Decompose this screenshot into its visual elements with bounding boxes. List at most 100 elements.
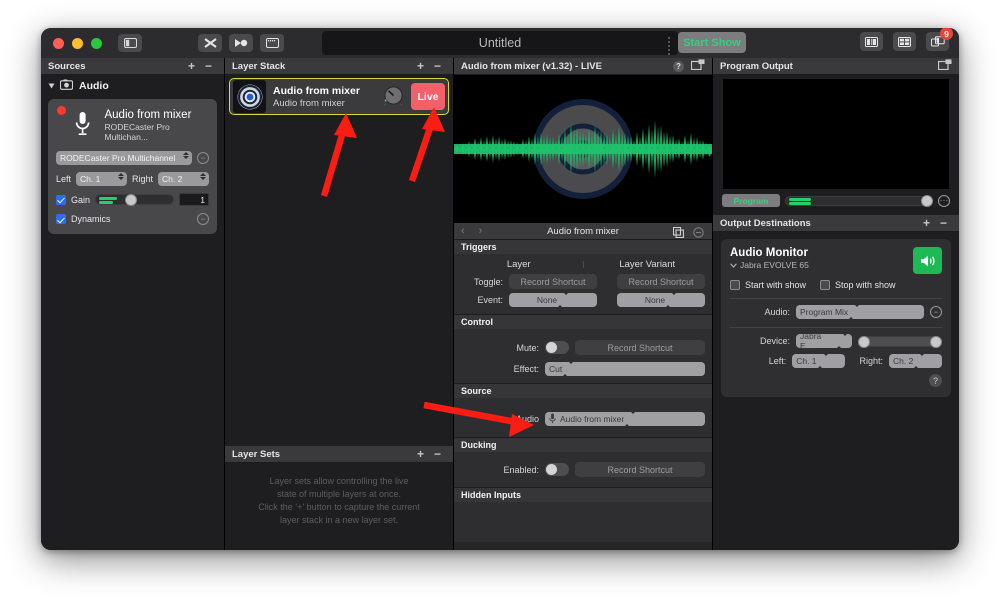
device-select[interactable]: RODECaster Pro Multichannel — [56, 151, 192, 165]
ducking-record-shortcut[interactable]: Record Shortcut — [575, 462, 705, 477]
detach-panel-icon[interactable] — [690, 59, 705, 73]
document-title-field[interactable]: Untitled — [322, 31, 678, 55]
stop-with-show-option[interactable]: Stop with show — [820, 280, 896, 290]
layer-stack-title: Layer Stack — [232, 60, 286, 72]
layout-grid-icon[interactable] — [893, 32, 916, 51]
transition-icon[interactable] — [198, 34, 222, 52]
audio-monitor-device-row[interactable]: Jabra EVOLVE 65 — [730, 260, 942, 270]
device-options-button[interactable]: − — [197, 152, 209, 164]
close-button[interactable] — [53, 37, 64, 49]
add-source-button[interactable]: + — [183, 60, 200, 72]
start-with-show-checkbox[interactable] — [730, 280, 740, 290]
left-channel-select[interactable]: Ch. 1 — [76, 172, 127, 186]
monitor-audio-options-button[interactable]: − — [930, 306, 942, 318]
layer-item-title: Audio from mixer — [273, 84, 360, 97]
source-audio-value: Audio from mixer — [560, 414, 625, 424]
monitor-audio-label: Audio: — [764, 307, 790, 317]
start-with-show-option[interactable]: Start with show — [730, 280, 806, 290]
start-show-button[interactable]: Start Show — [678, 32, 746, 53]
divider — [730, 298, 942, 299]
toolbar-right-group[interactable]: 9 — [860, 28, 953, 51]
disclosure-triangle-icon[interactable] — [48, 83, 55, 89]
remove-destination-button[interactable]: − — [935, 217, 952, 229]
monitor-right-select[interactable]: Ch. 2 — [889, 353, 942, 369]
source-group-audio[interactable]: Audio — [41, 75, 224, 97]
minimize-button[interactable] — [72, 37, 83, 49]
remove-layer-button[interactable]: − — [429, 60, 446, 72]
audio-monitor-device-name: Jabra EVOLVE 65 — [740, 260, 809, 270]
event-layer-select[interactable]: None — [509, 292, 597, 308]
event-variant-select[interactable]: None — [617, 292, 705, 308]
live-button[interactable]: Live — [411, 83, 445, 110]
mute-toggle[interactable] — [545, 341, 569, 354]
monitor-volume-thumb-right[interactable] — [930, 335, 942, 348]
remove-icon[interactable] — [693, 225, 704, 243]
monitor-device-select[interactable]: Jabra E... — [796, 331, 852, 351]
monitor-volume-slider[interactable] — [858, 335, 942, 348]
detach-panel-icon[interactable] — [937, 59, 952, 73]
gain-value-field[interactable]: 1 — [179, 193, 209, 206]
program-options-button[interactable]: ··· — [938, 194, 950, 207]
monitor-left-label: Left: — [768, 356, 787, 366]
program-volume-thumb[interactable] — [921, 195, 933, 207]
layer-sets-empty-line-2: state of multiple layers at once. — [276, 489, 402, 500]
source-section-header: Source — [454, 383, 712, 398]
dynamics-options-button[interactable]: − — [197, 213, 209, 225]
inspector-help-button[interactable]: ? — [673, 60, 684, 72]
monitor-left-value: Ch. 1 — [796, 356, 817, 366]
media-icon[interactable] — [260, 34, 284, 52]
right-channel-select[interactable]: Ch. 2 — [158, 172, 209, 186]
add-destination-button[interactable]: + — [918, 217, 935, 229]
add-layer-set-button[interactable]: + — [412, 448, 429, 460]
monitor-right-value: Ch. 2 — [893, 356, 914, 366]
toggle-sidebar-button[interactable] — [118, 34, 142, 52]
layer-item-subtitle: Audio from mixer — [273, 97, 345, 109]
duplicate-icon[interactable] — [672, 225, 684, 243]
program-button[interactable]: Program — [722, 194, 780, 207]
layer-item-audio-from-mixer[interactable]: Audio from mixer Audio from mixer Live — [229, 78, 449, 115]
inspector-title: Audio from mixer (v1.32) - LIVE — [461, 60, 602, 72]
gain-meter-icon — [99, 197, 118, 200]
layer-volume-knob[interactable] — [382, 85, 405, 108]
program-volume-slider[interactable] — [785, 195, 933, 207]
gain-checkbox[interactable] — [56, 194, 66, 205]
triggers-section-body: Layer Layer Variant Toggle: Record Short… — [454, 254, 712, 314]
remove-layer-set-button[interactable]: − — [429, 448, 446, 460]
hidden-inputs-section-header: Hidden Inputs — [454, 487, 712, 502]
triggers-col-layer-label: Layer — [506, 259, 531, 270]
speaker-toggle-button[interactable] — [913, 247, 942, 274]
chevron-updown-icon — [118, 173, 124, 180]
cut-transition-icon[interactable] — [229, 34, 253, 52]
remove-source-button[interactable]: − — [200, 60, 217, 72]
ducking-toggle[interactable] — [545, 463, 569, 476]
output-destination-audio-monitor[interactable]: Audio Monitor Jabra EVOLVE 65 Start with… — [721, 239, 951, 397]
toggle-variant-record-shortcut[interactable]: Record Shortcut — [617, 274, 705, 289]
add-layer-button[interactable]: + — [412, 60, 429, 72]
layout-split-icon[interactable] — [860, 32, 883, 51]
monitor-left-select[interactable]: Ch. 1 — [792, 353, 846, 369]
sidebar-icon[interactable] — [118, 34, 142, 52]
dynamics-checkbox[interactable] — [56, 214, 66, 224]
mute-record-shortcut[interactable]: Record Shortcut — [575, 340, 705, 355]
triggers-col-variant-label: Layer Variant — [619, 259, 676, 270]
control-section-header: Control — [454, 314, 712, 329]
source-audio-select[interactable]: Audio from mixer — [545, 411, 705, 427]
audio-target-icon — [237, 84, 262, 109]
monitor-help-button[interactable]: ? — [929, 374, 942, 387]
stop-with-show-checkbox[interactable] — [820, 280, 831, 290]
program-video-preview[interactable] — [723, 79, 949, 189]
event-layer-value: None — [536, 295, 558, 305]
zoom-button[interactable] — [91, 37, 102, 49]
right-channel-value: Ch. 2 — [162, 174, 183, 184]
start-show-grip-icon — [678, 38, 738, 53]
toggle-layer-record-shortcut[interactable]: Record Shortcut — [509, 274, 597, 289]
gain-slider[interactable] — [95, 194, 174, 206]
effect-select[interactable]: Cut — [545, 361, 705, 377]
gain-slider-thumb[interactable] — [125, 194, 138, 206]
notifications-button[interactable]: 9 — [926, 28, 953, 51]
monitor-audio-select[interactable]: Program Mix — [796, 304, 924, 320]
source-card-audio-from-mixer[interactable]: Audio from mixer RODECaster Pro Multicha… — [48, 99, 217, 234]
monitor-volume-thumb-left[interactable] — [858, 335, 870, 348]
toolbar-tools[interactable] — [198, 34, 284, 52]
window-controls[interactable] — [53, 37, 102, 49]
